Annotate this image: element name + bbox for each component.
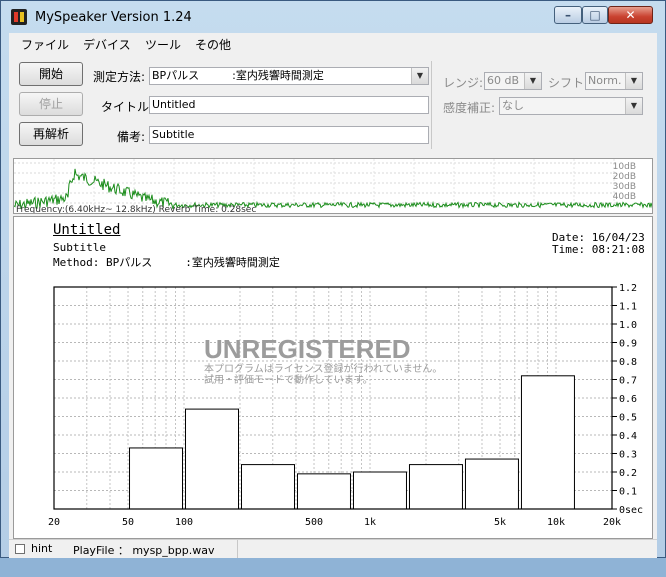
title-label: タイトル:	[101, 100, 154, 114]
x-tick-label: 1k	[364, 517, 376, 528]
playfile-status: PlayFile ： mysp_bpp.wav	[73, 544, 215, 557]
db-label: 20dB	[613, 172, 636, 182]
start-button[interactable]: 開始	[19, 62, 83, 86]
panel-divider	[431, 61, 432, 149]
range-select[interactable]: 60 dB ▼	[484, 72, 542, 90]
db-label: 30dB	[613, 182, 636, 192]
y-tick-label: 0.9	[619, 339, 637, 350]
shift-select[interactable]: Norm. ▼	[585, 72, 643, 90]
chart-bar	[352, 471, 407, 510]
stop-button[interactable]: 停止	[19, 92, 83, 116]
menu-other[interactable]: その他	[195, 36, 231, 53]
y-tick-label: 0sec	[619, 505, 643, 516]
chart-bar	[520, 375, 575, 510]
client-area: 開始 停止 再解析 測定方法: BPパルス :室内残響時間測定 ▼ タイトル: …	[9, 53, 657, 539]
chart-bar	[296, 473, 351, 510]
shift-label: シフト:	[548, 76, 589, 90]
main-window: MySpeaker Version 1.24 – □ ✕ ファイル デバイス ツ…	[0, 0, 666, 558]
correction-label: 感度補正:	[443, 101, 496, 115]
minimize-button[interactable]: –	[554, 6, 582, 24]
x-tick-label: 50	[122, 517, 134, 528]
method-select[interactable]: BPパルス :室内残響時間測定 ▼	[149, 67, 429, 85]
report-title: Untitled	[53, 222, 121, 238]
x-tick-label: 5k	[494, 517, 506, 528]
range-value: 60 dB	[487, 74, 520, 87]
method-label: 測定方法:	[93, 70, 146, 84]
x-tick-label: 10k	[547, 517, 565, 528]
menu-bar: ファイル デバイス ツール その他	[9, 33, 657, 53]
reverb-chart: 20 50 100 500 1k 5k 10k 20k 0sec 0.1 0.2 0.3 0.4 0.5…	[48, 283, 643, 528]
window-title: MySpeaker Version 1.24	[35, 10, 192, 25]
y-tick-label: 0.4	[619, 431, 637, 442]
spectrum-info: Frequency:(6.40kHz~ 12.8kHz) Reverb Time…	[16, 205, 256, 213]
menu-device[interactable]: デバイス	[83, 36, 131, 53]
report-method: Method: BPパルス :室内残響時間測定	[53, 256, 280, 269]
db-label: 10dB	[613, 162, 636, 172]
chart-bar	[129, 447, 184, 510]
x-tick-label: 20	[48, 517, 60, 528]
menu-file[interactable]: ファイル	[21, 36, 69, 53]
minimize-icon: –	[565, 8, 571, 22]
spectrum-display: 10dB 20dB 30dB 40dB Frequency:(6.40kHz~ …	[13, 158, 653, 214]
y-tick-label: 1.1	[619, 302, 637, 313]
chevron-down-icon[interactable]: ▼	[625, 98, 642, 114]
maximize-button[interactable]: □	[582, 6, 608, 24]
chevron-down-icon[interactable]: ▼	[524, 73, 541, 89]
x-tick-label: 20k	[603, 517, 621, 528]
note-label: 備考:	[117, 130, 146, 144]
title-input[interactable]: Untitled	[149, 96, 429, 114]
method-value: BPパルス :室内残響時間測定	[152, 69, 324, 82]
reanalyze-button[interactable]: 再解析	[19, 122, 83, 146]
correction-select[interactable]: なし ▼	[499, 97, 643, 115]
note-input[interactable]: Subtitle	[149, 126, 429, 144]
y-tick-label: 0.5	[619, 413, 637, 424]
status-bar: hint PlayFile ： mysp_bpp.wav	[9, 539, 657, 558]
close-icon: ✕	[625, 8, 636, 22]
chevron-down-icon[interactable]: ▼	[625, 73, 642, 89]
chart-bar	[464, 458, 519, 510]
status-divider	[237, 540, 238, 558]
hint-checkbox[interactable]	[15, 544, 25, 554]
y-tick-label: 0.6	[619, 394, 637, 405]
chart-bar	[408, 464, 463, 510]
x-tick-label: 100	[175, 517, 193, 528]
y-tick-label: 0.7	[619, 376, 637, 387]
app-icon	[11, 9, 27, 25]
shift-value: Norm.	[588, 74, 622, 87]
db-label: 40dB	[613, 192, 636, 202]
x-tick-label: 500	[305, 517, 323, 528]
report-area: Untitled Subtitle Method: BPパルス :室内残響時間測…	[13, 216, 653, 539]
y-tick-label: 0.2	[619, 468, 637, 479]
watermark-note: 試用・評価モードで動作しています。	[204, 373, 373, 386]
watermark-text: UNREGISTERED	[204, 334, 411, 364]
correction-value: なし	[502, 99, 524, 112]
y-tick-label: 0.8	[619, 357, 637, 368]
spectrum-graph: 10dB 20dB 30dB 40dB Frequency:(6.40kHz~ …	[14, 159, 652, 213]
report-subtitle: Subtitle	[53, 241, 106, 254]
spectrum-trace	[14, 168, 652, 210]
chart-bar	[241, 464, 295, 510]
watermark-note: 本プログラムはライセンス登録が行われていません。	[204, 362, 442, 375]
chart-bar	[185, 408, 240, 510]
y-tick-label: 0.1	[619, 487, 637, 498]
hint-label: hint	[31, 542, 53, 555]
report-time: Time: 08:21:08	[552, 243, 645, 256]
y-tick-label: 1.2	[619, 283, 637, 294]
close-button[interactable]: ✕	[608, 6, 653, 24]
menu-tools[interactable]: ツール	[145, 36, 181, 53]
range-label: レンジ:	[443, 76, 484, 90]
title-bar[interactable]: MySpeaker Version 1.24 – □ ✕	[1, 1, 665, 33]
maximize-icon: □	[589, 8, 601, 22]
y-tick-label: 0.3	[619, 450, 637, 461]
y-tick-label: 1.0	[619, 320, 637, 331]
chevron-down-icon[interactable]: ▼	[411, 68, 428, 84]
